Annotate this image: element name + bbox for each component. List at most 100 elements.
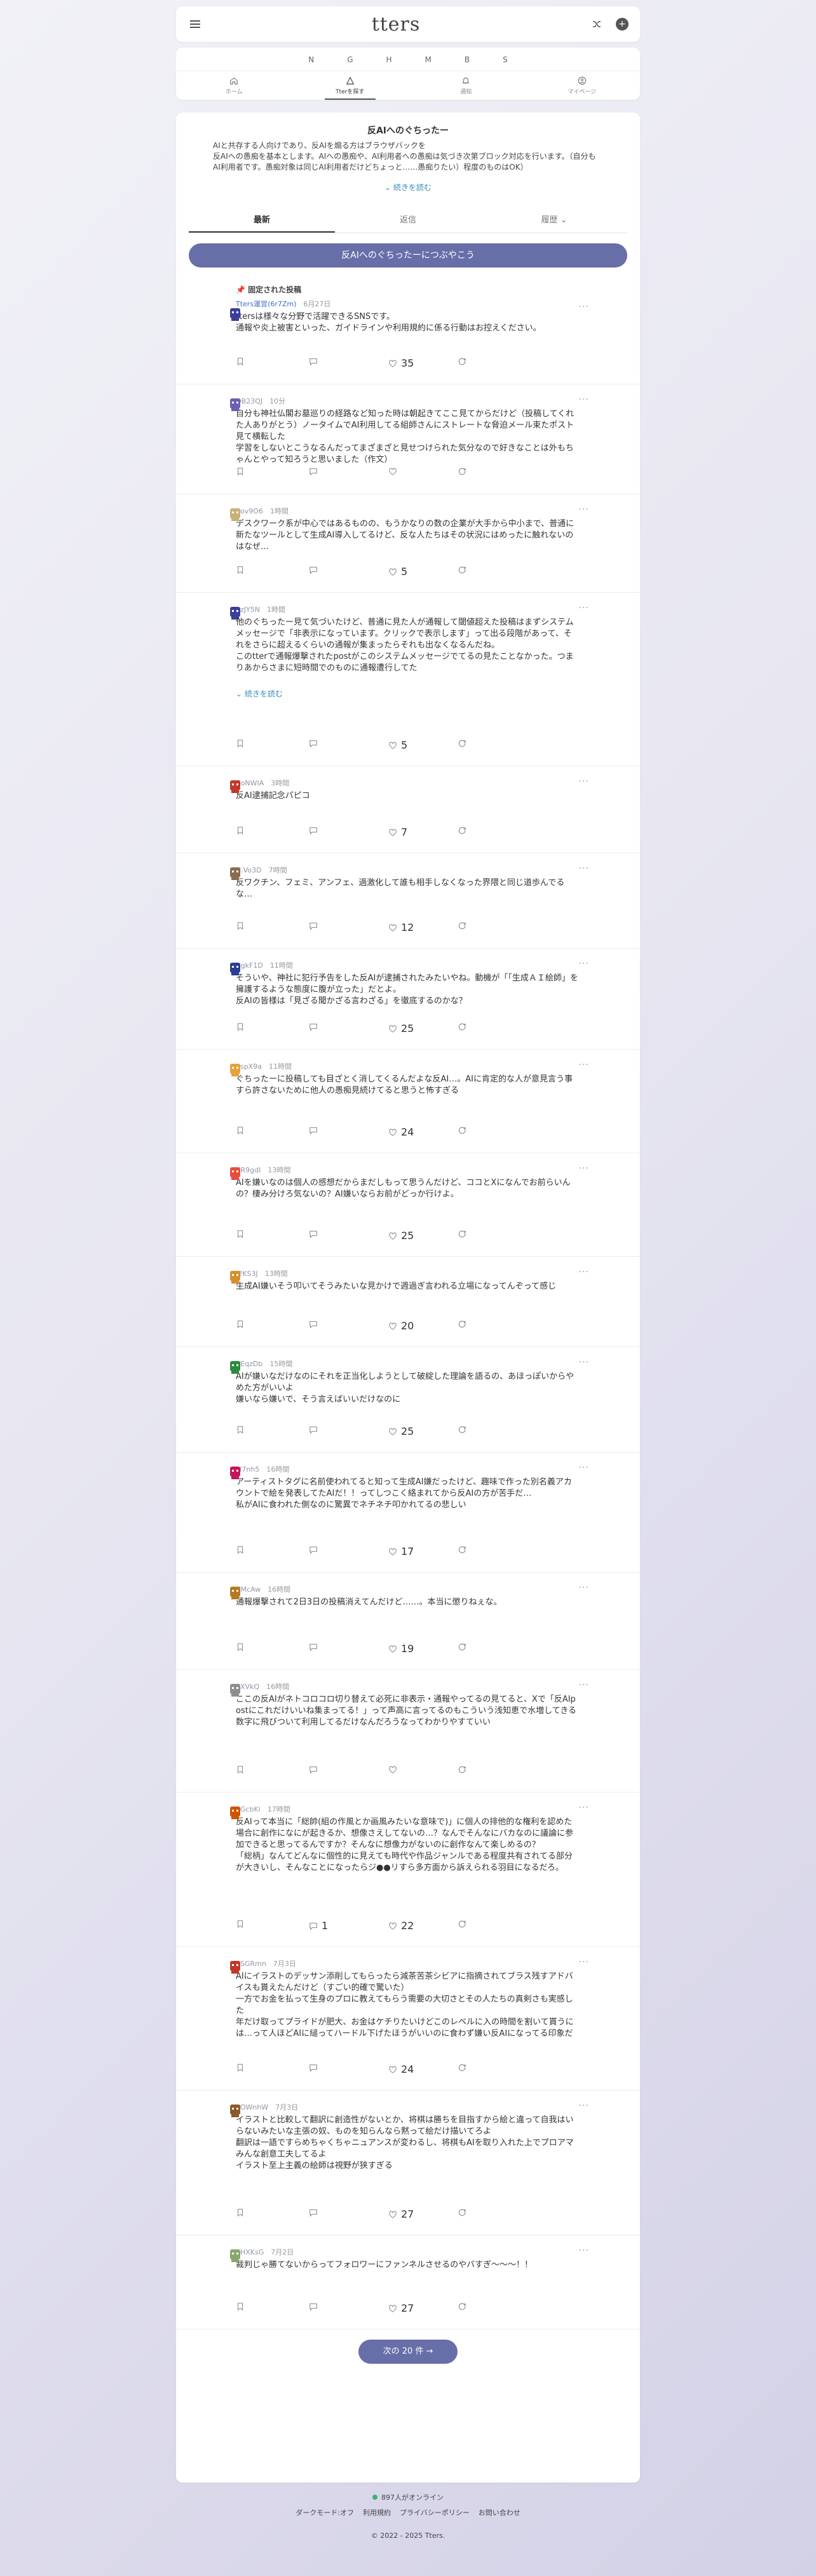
reply-button[interactable]	[309, 1022, 322, 1031]
avatar[interactable]	[227, 2247, 243, 2263]
add-reaction-icon[interactable]	[458, 826, 467, 835]
like-button[interactable]: 19	[388, 1643, 414, 1655]
like-button[interactable]	[388, 467, 401, 476]
nav-tab-mypage[interactable]: マイページ	[544, 71, 620, 100]
footer-link[interactable]: プライバシーポリシー	[400, 2507, 470, 2518]
bookmark-icon[interactable]	[236, 1320, 245, 1329]
post[interactable]: ··· SSGRmn 7月3日 AIにイラストのデッサン添削してもらったら減茶苦茶シ…	[176, 1947, 640, 2091]
post[interactable]: ··· 9zJY5N 1時間 他のぐちったー見て気づいたけど、普通に見た人が通報して…	[176, 593, 640, 766]
letter-link[interactable]: M	[425, 55, 432, 65]
bookmark-icon[interactable]	[236, 2208, 245, 2217]
add-reaction-icon[interactable]	[458, 357, 467, 366]
avatar[interactable]	[227, 396, 243, 412]
reply-button[interactable]	[309, 1230, 322, 1238]
add-reaction-icon[interactable]	[458, 2063, 467, 2072]
bookmark-icon[interactable]	[236, 1920, 245, 1929]
bookmark-icon[interactable]	[236, 566, 245, 574]
like-button[interactable]: 25	[388, 1230, 414, 1242]
like-button[interactable]: 35	[388, 357, 414, 369]
like-button[interactable]: 12	[388, 921, 414, 933]
shuffle-icon[interactable]	[589, 17, 604, 32]
like-button[interactable]: 24	[388, 2063, 414, 2075]
bookmark-icon[interactable]	[236, 1126, 245, 1135]
footer-link[interactable]: ダークモード:オフ	[296, 2507, 354, 2518]
post[interactable]: ··· CoNWIA 3時間 反AI逮捕記念パピコ 7	[176, 766, 640, 853]
add-reaction-icon[interactable]	[458, 921, 467, 930]
bookmark-icon[interactable]	[236, 921, 245, 930]
post[interactable]: ··· LI7nh5 16時間 アーティストタグに名前使われてると知って生成AI嫌だ…	[176, 1453, 640, 1573]
like-button[interactable]: 20	[388, 1320, 414, 1332]
letter-link[interactable]: B	[465, 55, 470, 65]
avatar[interactable]	[227, 1268, 243, 1285]
post[interactable]: ··· SGcbKi 17時間 反AIって本当に「総帥(組の作風とか画風みたいな意味…	[176, 1793, 640, 1947]
letter-link[interactable]: H	[386, 55, 392, 65]
bookmark-icon[interactable]	[236, 1230, 245, 1238]
tab-replies[interactable]: 返信	[335, 209, 481, 233]
reply-button[interactable]	[309, 2208, 322, 2217]
like-button[interactable]: 27	[388, 2302, 414, 2314]
post[interactable]: ··· N.Vo3D 7時間 反ワクチン、フェミ、アンフェ、過激化して誰も相手しなく…	[176, 853, 640, 949]
menu-icon[interactable]	[187, 17, 203, 32]
avatar[interactable]	[227, 1804, 243, 1820]
add-reaction-icon[interactable]	[458, 1230, 467, 1238]
bookmark-icon[interactable]	[236, 1022, 245, 1031]
letter-link[interactable]: G	[347, 55, 353, 65]
nav-tab-explore[interactable]: Tterを探す	[312, 71, 388, 100]
avatar[interactable]	[227, 778, 243, 794]
avatar[interactable]	[227, 865, 243, 881]
avatar[interactable]	[227, 1165, 243, 1181]
avatar[interactable]	[227, 2102, 243, 2118]
like-button[interactable]: 17	[388, 1545, 414, 1557]
add-reaction-icon[interactable]	[458, 739, 467, 748]
post[interactable]: ··· XOWnhW 7月3日 イラストと比較して翻訳に創造性がないとか、将棋は勝ち…	[176, 2091, 640, 2235]
post[interactable]: ··· OB23QJ 10分 自分も神社仏閣お墓巡りの経路など知った時は朝起きてここ…	[176, 384, 640, 494]
bookmark-icon[interactable]	[236, 1765, 245, 1774]
bookmark-icon[interactable]	[236, 739, 245, 748]
reply-button[interactable]	[309, 1425, 322, 1434]
more-options-icon[interactable]: ···	[579, 1957, 589, 1967]
bookmark-icon[interactable]	[236, 2302, 245, 2311]
post[interactable]: ··· 8HXKsG 7月2日 裁判じゃ勝てないからってフォロワーにファンネルさせる…	[176, 2235, 640, 2329]
post[interactable]: ··· XR9gdI 13時間 AIを嫌いなのは個人の感想だからまだしもって思うんだ…	[176, 1153, 640, 1257]
bookmark-icon[interactable]	[236, 467, 245, 476]
tab-history[interactable]: 履歴 ⌄	[481, 209, 627, 233]
avatar[interactable]	[227, 960, 243, 977]
more-options-icon[interactable]: ···	[579, 603, 589, 613]
add-reaction-icon[interactable]	[458, 1126, 467, 1135]
post[interactable]: ··· hspX9a 11時間 ぐちったーに投稿しても目ざとく消してくるんだよな反A…	[176, 1050, 640, 1153]
post[interactable]: ··· ZMcAw 16時間 通報爆撃されて2日3日の投稿消えてんだけど……。本当に…	[176, 1573, 640, 1670]
reply-button[interactable]	[309, 2063, 322, 2072]
add-reaction-icon[interactable]	[458, 1920, 467, 1929]
read-more-link[interactable]: ⌄ 続きを読む	[236, 688, 580, 699]
reply-button[interactable]	[309, 1320, 322, 1329]
add-reaction-icon[interactable]	[458, 1545, 467, 1554]
like-button[interactable]: 24	[388, 1126, 414, 1138]
read-more-link[interactable]: ⌄ 続きを読む	[176, 182, 640, 193]
avatar[interactable]	[227, 1464, 243, 1481]
letter-link[interactable]: S	[503, 55, 508, 65]
footer-link[interactable]: 利用規約	[363, 2507, 391, 2518]
footer-link[interactable]: お問い合わせ	[479, 2507, 520, 2518]
reply-button[interactable]	[309, 2302, 322, 2311]
like-button[interactable]: 5	[388, 739, 407, 751]
add-reaction-icon[interactable]	[458, 1765, 467, 1774]
more-options-icon[interactable]: ···	[579, 1267, 589, 1277]
compose-post-button[interactable]: 反AIへのぐちったーにつぶやこう	[189, 243, 627, 268]
avatar[interactable]	[227, 506, 243, 522]
tab-latest[interactable]: 最新	[189, 209, 335, 233]
nav-tab-home[interactable]: ホーム	[196, 71, 272, 100]
like-button[interactable]	[388, 1765, 401, 1774]
nav-tab-notifications[interactable]: 通知	[428, 71, 504, 100]
post[interactable]: ··· KEqzDb 15時間 AIが嫌いなだけなのにそれを正当化しようとして破綻し…	[176, 1347, 640, 1453]
add-reaction-icon[interactable]	[458, 2208, 467, 2217]
post[interactable]: ··· dov9O6 1時間 デスクワーク系が中心ではあるものの、もうかなりの数の企…	[176, 494, 640, 593]
add-reaction-icon[interactable]	[458, 1022, 467, 1031]
bookmark-icon[interactable]	[236, 826, 245, 835]
reply-button[interactable]	[309, 467, 322, 476]
reply-button[interactable]: 1	[309, 1920, 328, 1932]
more-options-icon[interactable]: ···	[579, 302, 589, 312]
reply-button[interactable]	[309, 1643, 322, 1651]
avatar[interactable]	[227, 1061, 243, 1078]
add-reaction-icon[interactable]	[458, 467, 467, 476]
reply-button[interactable]	[309, 1545, 322, 1554]
